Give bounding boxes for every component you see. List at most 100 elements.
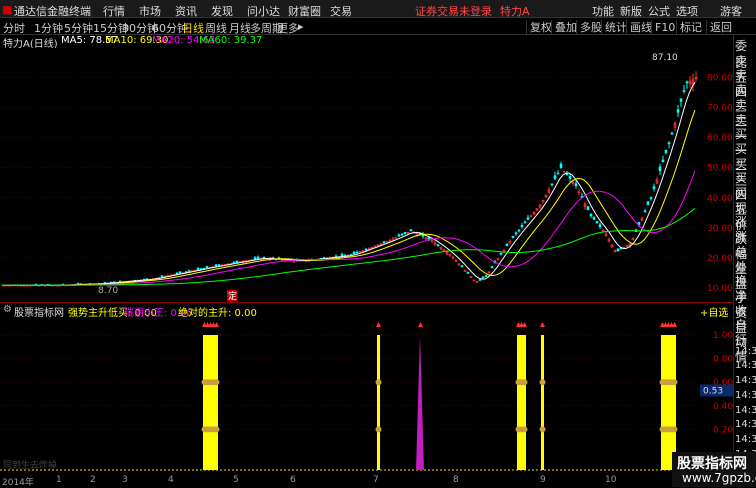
logo-url: www.7gpzb.com [682, 471, 756, 485]
menu-options[interactable]: 选项 [676, 3, 698, 17]
btn-f10[interactable]: F10 [651, 20, 678, 34]
menu-guest[interactable]: 游客 [720, 3, 742, 17]
sub-tick-label: 0.80 [713, 355, 733, 365]
login-status[interactable]: 证券交易未登录 [415, 3, 492, 17]
candle [391, 238, 395, 241]
price-tick-label: 20.00 [707, 254, 733, 264]
period-1min[interactable]: 1分钟 [34, 20, 63, 34]
self-select-button[interactable]: +自选 [700, 304, 728, 317]
menu-new-version[interactable]: 新版 [620, 3, 642, 17]
candle [232, 261, 236, 264]
x-tick-label: 9 [540, 475, 546, 485]
candle [586, 206, 590, 211]
candle [511, 235, 515, 238]
candle [520, 225, 524, 227]
period-more[interactable]: 更多 [277, 20, 299, 34]
menu-item-caifuquan[interactable]: 财富圈 [288, 3, 321, 17]
price-tick-label: 30.00 [707, 224, 733, 234]
candle [196, 267, 200, 270]
candlestick-chart[interactable]: 80.00 70.00 60.00 50.00 40.00 30.00 20.00 10.00… [0, 48, 733, 302]
menu-item-hangqing[interactable]: 行情 [103, 3, 125, 17]
side-panel-label: 14:35 [735, 360, 756, 372]
side-panel-label: 14:35 [735, 375, 756, 387]
candle [550, 183, 554, 186]
candle [670, 132, 674, 135]
quote-side-panel: 委比 卖五 卖四 卖三 卖二 卖一 买一 买二 买三 买四 买五 现价 涨跌 涨幅 总量 外盘 换手 净资 收益 自动… [733, 35, 756, 487]
signal-arrow-icon [376, 322, 381, 327]
menu-item-jiaoyi[interactable]: 交易 [330, 3, 352, 17]
sub-tick-label: 1.00 [713, 331, 733, 341]
signal-bar [661, 335, 664, 470]
candle [403, 231, 407, 234]
menu-item-faxian[interactable]: 发现 [211, 3, 233, 17]
x-tick-label: 6 [290, 475, 296, 485]
current-stock: 特力A [500, 5, 530, 18]
signal-bar [209, 335, 212, 470]
candle [178, 271, 182, 274]
menu-function[interactable]: 功能 [592, 3, 614, 17]
menu-item-zixun[interactable]: 资讯 [175, 3, 197, 17]
btn-fanhui[interactable]: 返回 [706, 20, 735, 34]
signal-bar [212, 335, 215, 470]
signal-bar [523, 335, 526, 470]
signal-dot [539, 379, 546, 386]
x-tick-label: 1 [56, 475, 62, 485]
period-daily[interactable]: 日线 [182, 20, 204, 34]
menu-bar: ■ 通达信金融终端 行情 市场 资讯 发现 问小达 财富圈 交易 证券交易未登录… [0, 0, 756, 18]
side-panel-label: 14:35 [735, 433, 756, 445]
candle [364, 248, 368, 251]
indicator-gear-icon[interactable]: ⚙ [3, 304, 12, 315]
candle [217, 264, 221, 266]
period-5min[interactable]: 5分钟 [64, 20, 93, 34]
chart-title: 特力A(日线) [3, 39, 58, 48]
x-tick-label: 2014年 [2, 478, 34, 488]
candle [676, 109, 680, 113]
candle [499, 252, 503, 255]
candle [514, 232, 518, 235]
signal-bar [206, 335, 209, 470]
candle [484, 275, 488, 277]
signal-bar [377, 335, 380, 470]
candle [397, 234, 401, 237]
signal-bar [520, 335, 523, 470]
signal-dot [213, 379, 220, 386]
period-weekly[interactable]: 周线 [205, 20, 227, 34]
signal-dot [521, 379, 528, 386]
signal-bar [673, 335, 676, 470]
signal-chart[interactable]: 1.000.800.600.400.200.53同到生去炸掉 [0, 317, 733, 474]
period-fenshi[interactable]: 分时 [3, 20, 25, 34]
side-panel-label: 14:35 [735, 389, 756, 401]
signal-arrow-icon [540, 322, 545, 327]
x-tick-label: 5 [233, 475, 239, 485]
candle [559, 163, 563, 168]
menu-item-wenxiaoda[interactable]: 问小达 [247, 3, 280, 17]
candle [352, 251, 356, 255]
signal-bar [664, 335, 667, 470]
side-panel-label: 14:35 [735, 404, 756, 416]
signal-dot [375, 379, 382, 386]
candle [478, 279, 482, 281]
candle [253, 257, 257, 260]
price-tick-label: 10.00 [707, 284, 733, 294]
candle [382, 241, 386, 244]
watermark: 同到生去炸掉 [3, 459, 57, 471]
high-label: 87.10 [652, 53, 678, 63]
candle [664, 149, 668, 153]
low-label: 8.70 [98, 286, 118, 296]
btn-biaoji[interactable]: 标记 [676, 20, 705, 34]
candle [592, 216, 596, 220]
period-more-arrow-icon[interactable]: ▸ [298, 20, 304, 33]
candle [490, 266, 494, 268]
candle [235, 260, 239, 263]
price-tick-label: 50.00 [707, 164, 733, 174]
sub-tick-label: 0.40 [713, 402, 733, 412]
divider [0, 302, 756, 303]
signal-bar [667, 335, 670, 470]
candle [340, 253, 344, 257]
x-tick-label: 3 [122, 475, 128, 485]
menu-formula[interactable]: 公式 [648, 3, 670, 17]
signal-arrow-icon [418, 322, 423, 327]
period-monthly[interactable]: 月线 [229, 20, 251, 34]
menu-item-shichang[interactable]: 市场 [139, 3, 161, 17]
signal-spike [416, 335, 424, 470]
